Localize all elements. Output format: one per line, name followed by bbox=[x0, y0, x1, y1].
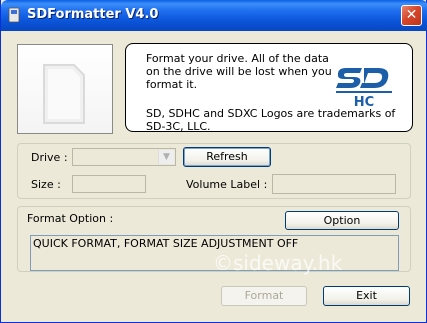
notice-panel: Format your drive. All of the data on th… bbox=[125, 43, 413, 133]
sdhc-logo-text: HC bbox=[354, 95, 374, 108]
format-option-label: Format Option : bbox=[27, 212, 114, 225]
exit-button[interactable]: Exit bbox=[323, 286, 410, 306]
size-field bbox=[72, 175, 146, 193]
drive-label: Drive : bbox=[31, 151, 68, 164]
size-label: Size : bbox=[31, 178, 61, 191]
format-button[interactable]: Format bbox=[221, 286, 307, 306]
sdformatter-window: SDFormatter V4.0 ✕ Format your drive. Al… bbox=[0, 0, 427, 323]
sdhc-logo: HC bbox=[336, 68, 392, 108]
close-button[interactable]: ✕ bbox=[401, 5, 422, 26]
format-option-text: QUICK FORMAT, FORMAT SIZE ADJUSTMENT OFF bbox=[33, 237, 299, 250]
format-warning-text: Format your drive. All of the data on th… bbox=[146, 52, 332, 91]
trademark-text: SD, SDHC and SDXC Logos are trademarks o… bbox=[146, 107, 396, 133]
drive-select[interactable]: ▼ bbox=[72, 148, 176, 166]
app-icon bbox=[8, 7, 20, 23]
sd-card-icon bbox=[43, 64, 85, 124]
sd-card-illustration bbox=[17, 44, 113, 134]
chevron-down-icon[interactable]: ▼ bbox=[158, 150, 174, 164]
refresh-button[interactable]: Refresh bbox=[183, 147, 271, 167]
volume-label-field[interactable] bbox=[272, 174, 396, 194]
watermark-text: ©sideway.hk bbox=[213, 251, 343, 275]
window-title: SDFormatter V4.0 bbox=[27, 7, 159, 22]
close-icon: ✕ bbox=[405, 7, 418, 23]
option-button[interactable]: Option bbox=[285, 211, 399, 230]
title-bar[interactable]: SDFormatter V4.0 ✕ bbox=[1, 0, 427, 31]
volume-label-label: Volume Label : bbox=[186, 178, 268, 191]
